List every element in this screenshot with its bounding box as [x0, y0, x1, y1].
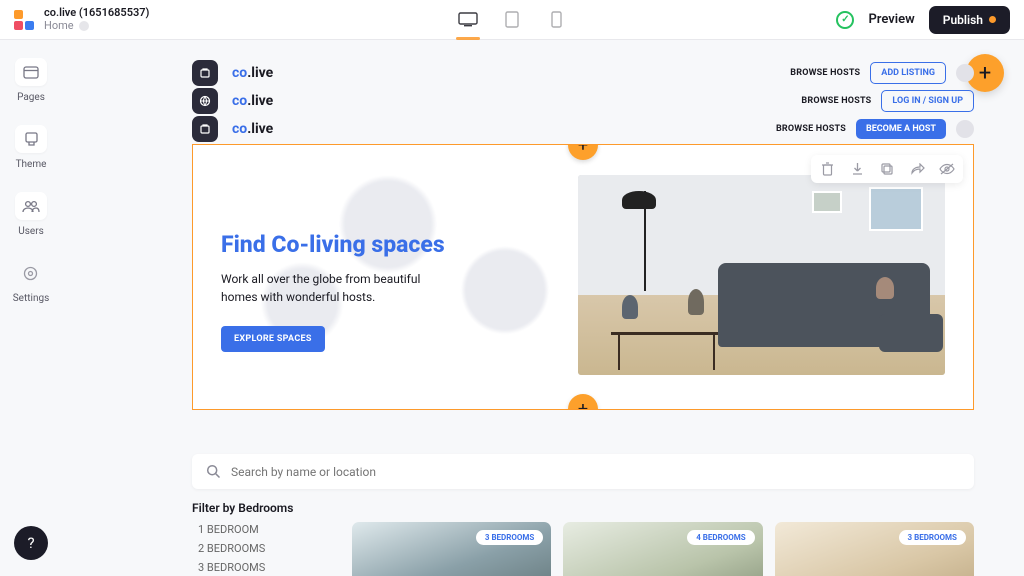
publish-label: Publish: [943, 13, 983, 27]
download-icon[interactable]: [849, 161, 865, 177]
device-tablet-icon[interactable]: [501, 9, 523, 31]
plus-icon: +: [578, 144, 588, 156]
help-icon: ?: [27, 534, 34, 552]
users-icon: [15, 192, 47, 220]
coliving-photo: [578, 175, 945, 375]
hero-image: [578, 175, 945, 375]
plus-icon: +: [578, 399, 588, 411]
header-variant-2[interactable]: co.live BROWSE HOSTS LOG IN / SIGN UP: [192, 88, 974, 114]
device-mobile-icon[interactable]: [545, 9, 567, 31]
search-bar[interactable]: [192, 454, 974, 489]
listing-card[interactable]: 3 BEDROOMS: [352, 522, 551, 576]
header-variant-3[interactable]: co.live BROWSE HOSTS BECOME A HOST: [192, 116, 974, 142]
publish-indicator-icon: [989, 16, 996, 23]
project-name: co.live (1651685537): [44, 7, 149, 20]
topbar: co.live (1651685537) Home ✓ Preview Publ…: [0, 0, 1024, 40]
publish-button[interactable]: Publish: [929, 6, 1010, 34]
filter-option[interactable]: 2 BEDROOMS: [192, 542, 352, 555]
sidebar-item-label: Pages: [17, 92, 45, 103]
device-switcher: [457, 9, 567, 31]
hero-title: Find Co-living spaces: [221, 231, 554, 258]
explore-spaces-button[interactable]: EXPLORE SPACES: [221, 326, 325, 352]
listings-section: Filter by Bedrooms 1 BEDROOM 2 BEDROOMS …: [192, 454, 974, 576]
avatar[interactable]: [956, 120, 974, 138]
breadcrumb-dot-icon: [79, 21, 89, 31]
bedroom-badge: 3 BEDROOMS: [899, 530, 966, 545]
project-info: co.live (1651685537) Home: [44, 7, 149, 32]
device-desktop-icon[interactable]: [457, 9, 479, 31]
copy-icon[interactable]: [879, 161, 895, 177]
filter-option[interactable]: 1 BEDROOM: [192, 523, 352, 536]
hide-icon[interactable]: [939, 161, 955, 177]
nav-browse-hosts[interactable]: BROWSE HOSTS: [790, 68, 860, 78]
help-button[interactable]: ?: [14, 526, 48, 560]
nav-browse-hosts[interactable]: BROWSE HOSTS: [801, 96, 871, 106]
search-input[interactable]: [231, 465, 960, 479]
add-listing-button[interactable]: ADD LISTING: [870, 62, 946, 84]
settings-icon: [15, 259, 47, 287]
share-icon[interactable]: [909, 161, 925, 177]
sidebar-item-users[interactable]: Users: [15, 192, 47, 237]
theme-icon: [15, 125, 47, 153]
sidebar-item-pages[interactable]: Pages: [15, 58, 47, 103]
insert-above-button[interactable]: +: [568, 144, 598, 160]
canvas: co.live BROWSE HOSTS ADD LISTING co.live…: [62, 40, 1024, 576]
variant-chip-icon: [192, 116, 218, 142]
header-variant-1[interactable]: co.live BROWSE HOSTS ADD LISTING: [192, 60, 974, 86]
hero-copy: Find Co-living spaces Work all over the …: [221, 175, 554, 375]
breadcrumb[interactable]: Home: [44, 20, 74, 33]
sidebar-item-theme[interactable]: Theme: [15, 125, 47, 170]
filter-option[interactable]: 3 BEDROOMS: [192, 561, 352, 574]
sidebar: Pages Theme Users Settings: [0, 40, 62, 576]
sidebar-item-label: Settings: [13, 293, 50, 304]
bedroom-badge: 3 BEDROOMS: [476, 530, 543, 545]
app-logo[interactable]: [14, 10, 34, 30]
sidebar-item-settings[interactable]: Settings: [13, 259, 50, 304]
hero-section[interactable]: + + Find Co-living spaces Work all over …: [192, 144, 974, 410]
listings-row: 3 BEDROOMS 4 BEDROOMS 3 BEDROOMS: [352, 522, 974, 576]
brand-logo: co.live: [232, 93, 273, 109]
nav-browse-hosts[interactable]: BROWSE HOSTS: [776, 124, 846, 134]
login-signup-button[interactable]: LOG IN / SIGN UP: [881, 90, 974, 112]
sidebar-item-label: Theme: [16, 159, 47, 170]
variant-chip-icon: [192, 88, 218, 114]
selection-toolbar: [811, 155, 963, 183]
brand-logo: co.live: [232, 121, 273, 137]
listing-card[interactable]: 3 BEDROOMS: [775, 522, 974, 576]
avatar[interactable]: [956, 64, 974, 82]
search-icon: [206, 464, 221, 479]
filter-list: 1 BEDROOM 2 BEDROOMS 3 BEDROOMS: [192, 523, 352, 574]
listing-card[interactable]: 4 BEDROOMS: [563, 522, 762, 576]
status-ok-icon: ✓: [836, 11, 854, 29]
insert-below-button[interactable]: +: [568, 394, 598, 410]
filter-title: Filter by Bedrooms: [192, 501, 352, 515]
delete-icon[interactable]: [819, 161, 835, 177]
preview-button[interactable]: Preview: [868, 12, 914, 27]
hero-subtitle: Work all over the globe from beautiful h…: [221, 270, 451, 306]
pages-icon: [15, 58, 47, 86]
become-host-button[interactable]: BECOME A HOST: [856, 119, 946, 139]
bedroom-badge: 4 BEDROOMS: [687, 530, 754, 545]
sidebar-item-label: Users: [18, 226, 44, 237]
brand-logo: co.live: [232, 65, 273, 81]
variant-chip-icon: [192, 60, 218, 86]
